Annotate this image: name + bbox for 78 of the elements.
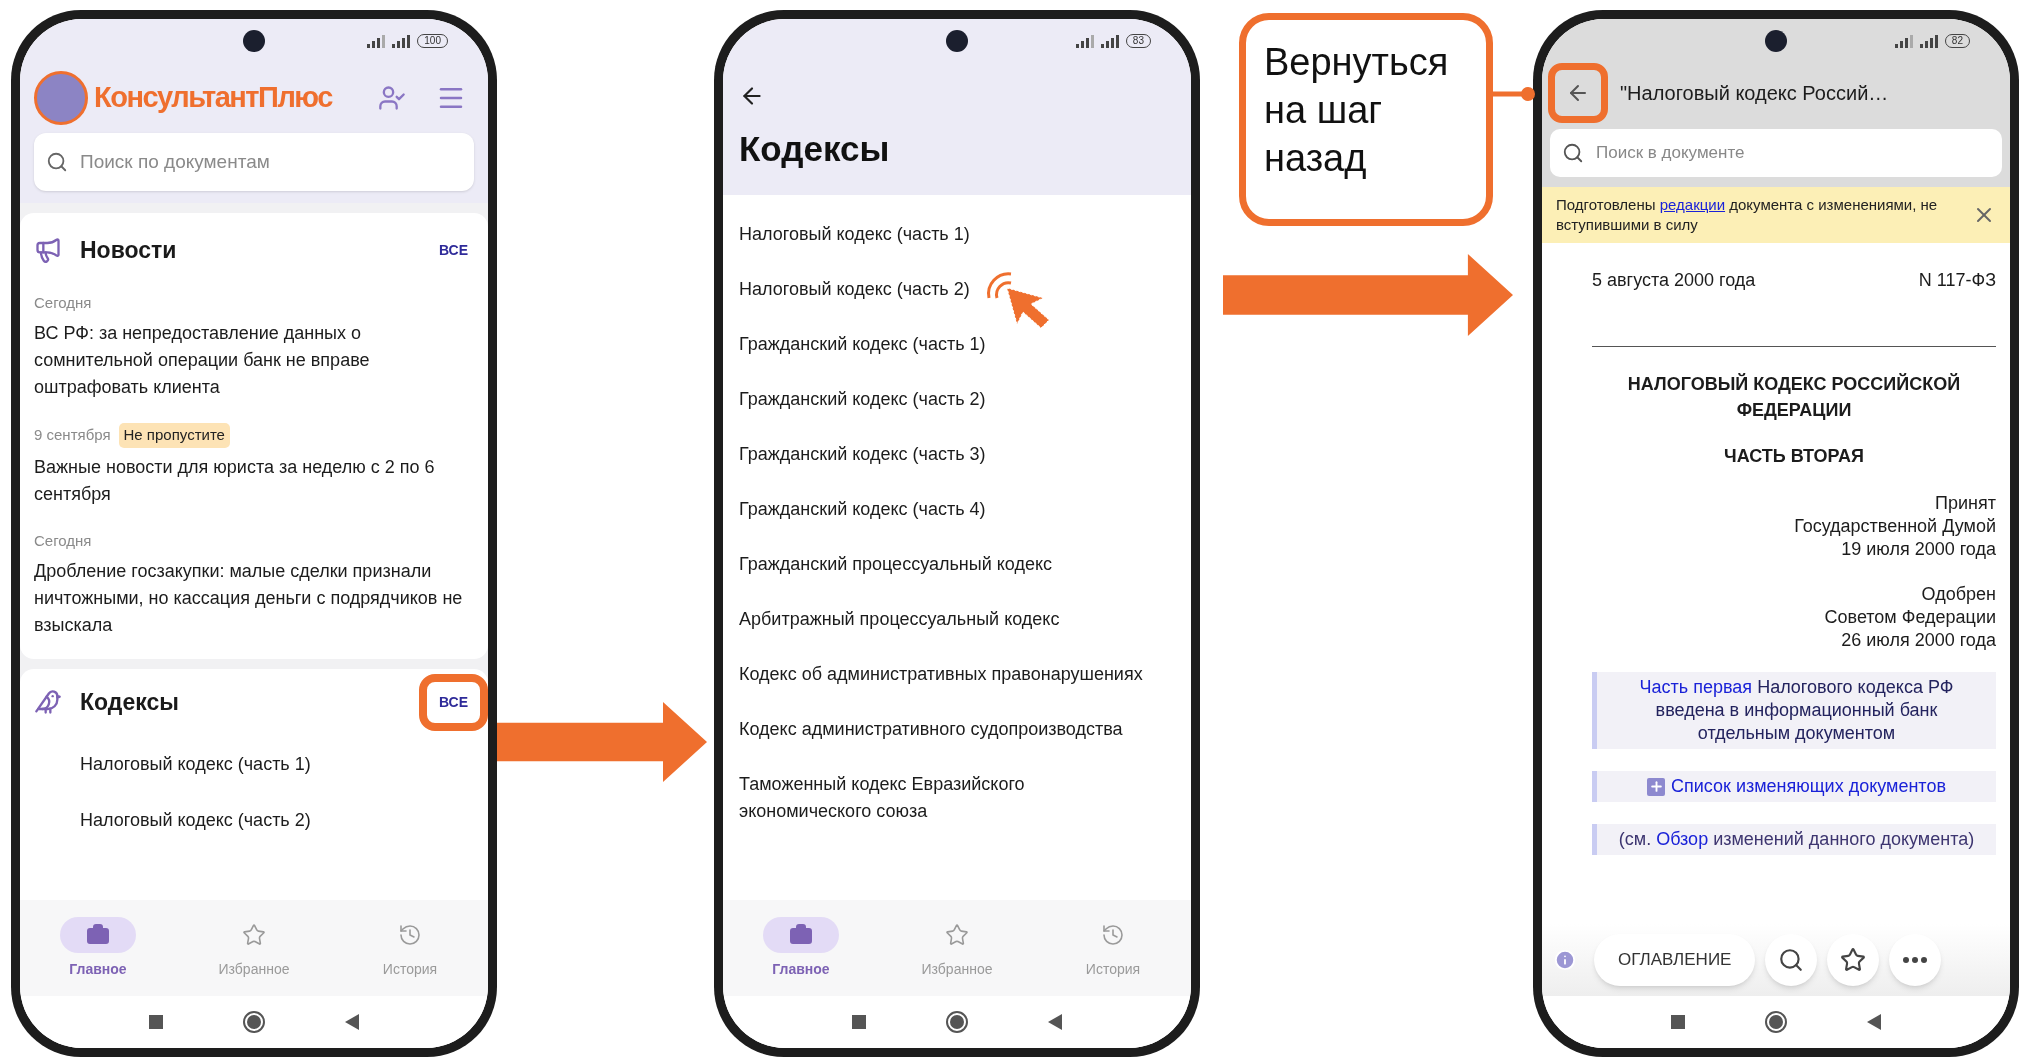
document-number: N 117-ФЗ bbox=[1918, 269, 1996, 292]
back-triangle-icon[interactable] bbox=[1048, 1014, 1062, 1030]
star-icon bbox=[242, 922, 266, 947]
nav-tab[interactable]: Главное bbox=[20, 916, 176, 980]
note-link[interactable]: Часть первая bbox=[1639, 677, 1753, 697]
section-title: Кодексы bbox=[80, 688, 180, 717]
callout-text: Вернуться на шаг назад bbox=[1264, 40, 1450, 181]
notice-text: Подготовлены редакции документа с изменениями, не вступившими в силу bbox=[1556, 195, 1939, 235]
changes-list-link[interactable]: Список изменяющих документов bbox=[1671, 775, 1946, 798]
home-button[interactable] bbox=[946, 1011, 968, 1033]
history-icon bbox=[1101, 922, 1125, 947]
contents-button[interactable]: ОГЛАВЛЕНИЕ bbox=[1594, 934, 1756, 986]
search-field[interactable]: Поиск по документам bbox=[34, 133, 474, 191]
code-link[interactable]: Налоговый кодекс (часть 2) bbox=[80, 791, 474, 848]
search-icon bbox=[1778, 947, 1805, 973]
code-link[interactable]: Гражданский кодекс (часть 2) bbox=[739, 386, 1159, 413]
camera-hole bbox=[1765, 30, 1787, 52]
news-headline[interactable]: Дробление госзакупки: малые сделки признали ничтожными, но кассация деньги с подрядчиков не взыскала bbox=[34, 558, 474, 639]
history-icon bbox=[398, 922, 422, 947]
code-link[interactable]: Налоговый кодекс (часть 2) bbox=[739, 276, 1159, 303]
approval-text: Одобрен Советом Федерации 26 июля 2000 года bbox=[1823, 583, 1996, 652]
megaphone-icon bbox=[34, 236, 62, 265]
document-heading: НАЛОГОВЫЙ КОДЕКС РОССИЙСКОЙ ФЕДЕРАЦИИ bbox=[1626, 372, 1962, 422]
search-icon bbox=[46, 151, 68, 173]
section-title: Новости bbox=[80, 236, 178, 265]
news-date: Сегодня bbox=[34, 292, 92, 313]
code-link[interactable]: Таможенный кодекс Евразийского экономического союза bbox=[739, 771, 1159, 825]
back-triangle-icon[interactable] bbox=[345, 1014, 359, 1030]
camera-hole bbox=[243, 30, 265, 52]
signal-icon bbox=[1075, 34, 1120, 48]
more-icon bbox=[1903, 957, 1928, 963]
news-badge: Не пропустите bbox=[118, 423, 230, 448]
note-link[interactable]: Обзор bbox=[1656, 829, 1709, 849]
editions-link[interactable]: редакции bbox=[1659, 196, 1726, 213]
document-date: 5 августа 2000 года bbox=[1592, 269, 1756, 292]
camera-hole bbox=[946, 30, 968, 52]
briefcase-icon bbox=[86, 922, 110, 947]
more-button[interactable] bbox=[1889, 934, 1942, 986]
code-link[interactable]: Гражданский кодекс (часть 4) bbox=[739, 496, 1159, 523]
approval-text: Принят Государственной Думой 19 июля 2000 года bbox=[1793, 492, 1996, 561]
briefcase-icon bbox=[789, 922, 813, 947]
signal-icon bbox=[367, 34, 412, 48]
code-link[interactable]: Кодекс об административных правонарушениях bbox=[739, 661, 1159, 688]
news-date: 9 сентября bbox=[34, 425, 111, 445]
star-icon bbox=[1840, 947, 1867, 973]
info-icon[interactable] bbox=[1554, 949, 1576, 971]
news-headline[interactable]: Важные новости для юриста за неделю с 2 по 6 сентября bbox=[34, 453, 474, 508]
news-date: Сегодня bbox=[34, 530, 92, 551]
document-subheading: ЧАСТЬ ВТОРАЯ bbox=[1723, 445, 1865, 468]
note-text: Часть первая Налогового кодекса РФ введена в информационный банк отдельным документом bbox=[1638, 676, 1955, 745]
news-headline[interactable]: ВС РФ: за непредоставление данных о сомнительной операции банк не вправе оштрафовать клиента bbox=[34, 320, 474, 401]
bird-icon bbox=[34, 688, 62, 717]
note-text: (см. Обзор изменений данного документа) bbox=[1617, 828, 1976, 851]
star-icon bbox=[945, 922, 969, 947]
page-title: Кодексы bbox=[739, 128, 891, 170]
signal-icon bbox=[1894, 34, 1939, 48]
home-button[interactable] bbox=[243, 1011, 265, 1033]
code-link[interactable]: Гражданский процессуальный кодекс bbox=[739, 551, 1159, 578]
all-link[interactable]: ВСЕ bbox=[432, 233, 474, 267]
code-link[interactable]: Гражданский кодекс (часть 1) bbox=[739, 331, 1159, 358]
code-link[interactable]: Налоговый кодекс (часть 1) bbox=[80, 735, 474, 792]
logo-avatar bbox=[34, 71, 88, 125]
search-field[interactable]: Поиск в документе bbox=[1550, 129, 2002, 177]
all-link[interactable]: ВСЕ bbox=[432, 685, 474, 719]
search-icon bbox=[1562, 142, 1584, 164]
search-button[interactable] bbox=[1765, 934, 1818, 986]
user-check-icon[interactable] bbox=[378, 84, 406, 112]
code-link[interactable]: Арбитражный процессуальный кодекс bbox=[739, 606, 1159, 633]
back-triangle-icon[interactable] bbox=[1867, 1014, 1881, 1030]
expand-plus-icon[interactable] bbox=[1647, 777, 1665, 796]
document-title: "Налоговый кодекс Россий… bbox=[1620, 81, 1889, 106]
home-button[interactable] bbox=[1765, 1011, 1787, 1033]
code-link[interactable]: Кодекс административного судопроизводства bbox=[739, 716, 1159, 743]
logo-text: КонсультантПлюс bbox=[94, 80, 334, 116]
favorite-button[interactable] bbox=[1827, 934, 1880, 986]
code-link[interactable]: Гражданский кодекс (часть 3) bbox=[739, 441, 1159, 468]
code-link[interactable]: Налоговый кодекс (часть 1) bbox=[739, 221, 1159, 248]
nav-tab[interactable]: Главное bbox=[723, 916, 879, 980]
